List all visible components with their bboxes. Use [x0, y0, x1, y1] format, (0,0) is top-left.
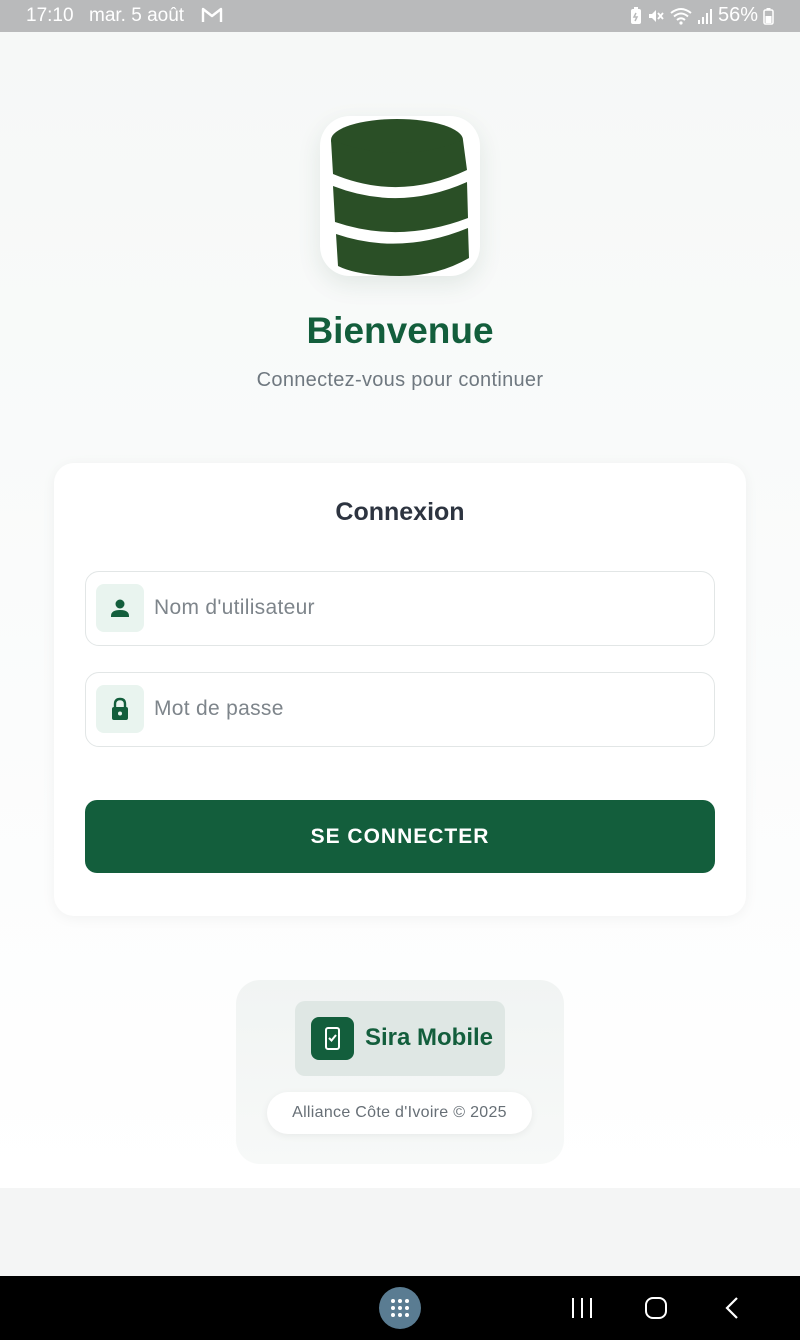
status-date: mar. 5 août [89, 5, 185, 26]
password-field[interactable] [85, 672, 715, 747]
person-icon [96, 584, 144, 632]
login-card: Connexion SE CONNECTER [54, 463, 746, 916]
recent-apps-icon[interactable] [570, 1296, 594, 1325]
status-time: 17:10 [26, 5, 74, 26]
navigation-bar [0, 1276, 800, 1340]
login-screen: Bienvenue Connectez-vous pour continuer … [0, 32, 800, 1188]
app-drawer-icon[interactable] [379, 1287, 421, 1329]
mute-icon [647, 7, 665, 25]
signal-icon [697, 7, 713, 25]
status-icons: 56% [630, 4, 774, 27]
password-input[interactable] [154, 691, 694, 727]
home-icon[interactable] [644, 1296, 668, 1325]
login-button[interactable]: SE CONNECTER [85, 800, 715, 873]
mobile-check-icon [311, 1017, 354, 1060]
username-field[interactable] [85, 571, 715, 646]
copyright-text: Alliance Côte d'Ivoire © 2025 [267, 1092, 532, 1134]
back-icon[interactable] [720, 1296, 744, 1325]
page-subtitle: Connectez-vous pour continuer [256, 369, 544, 391]
footer: Sira Mobile Alliance Côte d'Ivoire © 202… [236, 980, 564, 1164]
wifi-icon [670, 7, 692, 25]
brand-badge: Sira Mobile [295, 1001, 505, 1076]
username-input[interactable] [154, 590, 694, 626]
bottom-area [0, 1188, 800, 1276]
battery-percent: 56% [717, 4, 758, 26]
database-icon [331, 119, 469, 276]
status-bar: 17:10 mar. 5 août 56% [0, 0, 800, 32]
page-title: Bienvenue [306, 310, 494, 351]
gmail-icon [201, 6, 223, 26]
brand-name: Sira Mobile [365, 1024, 494, 1051]
app-logo [320, 116, 480, 276]
battery-saver-icon [630, 6, 642, 25]
lock-icon [96, 685, 144, 733]
battery-icon [763, 7, 774, 25]
login-heading: Connexion [335, 498, 465, 526]
